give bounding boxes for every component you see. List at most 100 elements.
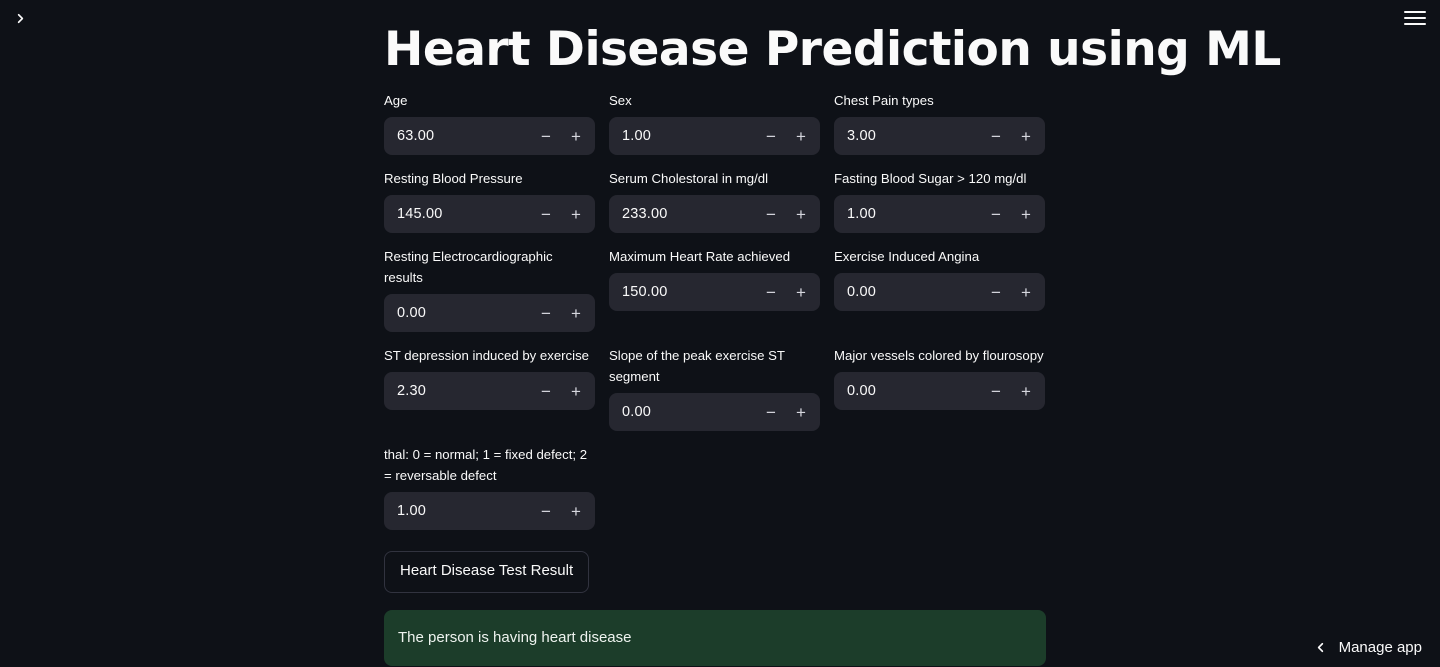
increment-button[interactable]: + — [1011, 372, 1041, 410]
stepper: − + — [981, 195, 1045, 233]
number-input-resting-ecg-results[interactable]: − + — [384, 294, 595, 333]
field-label: ST depression induced by exercise — [384, 348, 590, 364]
field-row: Resting Electrocardiographic results − +… — [384, 246, 1046, 333]
field-label: Sex — [609, 93, 632, 109]
number-input-value[interactable] — [384, 372, 531, 411]
field-fasting-blood-sugar: Fasting Blood Sugar > 120 mg/dl − + — [834, 168, 1045, 234]
decrement-button[interactable]: − — [531, 492, 561, 530]
stepper: − + — [981, 117, 1045, 155]
increment-button[interactable]: + — [561, 492, 591, 530]
field-label: Resting Blood Pressure — [384, 171, 523, 187]
stepper: − + — [531, 117, 595, 155]
increment-button[interactable]: + — [561, 117, 591, 155]
field-serum-cholestoral: Serum Cholestoral in mg/dl − + — [609, 168, 820, 234]
decrement-button[interactable]: − — [531, 372, 561, 410]
increment-button[interactable]: + — [786, 117, 816, 155]
stepper: − + — [531, 492, 595, 530]
main-content: Heart Disease Prediction using ML Age − … — [384, 0, 1281, 666]
field-slope-peak-exercise: Slope of the peak exercise ST segment − … — [609, 345, 820, 432]
page-title: Heart Disease Prediction using ML — [384, 22, 1281, 77]
increment-button[interactable]: + — [786, 273, 816, 311]
manage-app-button[interactable]: Manage app — [1307, 636, 1428, 659]
number-input-slope-peak-exercise[interactable]: − + — [609, 393, 820, 432]
increment-button[interactable]: + — [561, 195, 591, 233]
stepper: − + — [981, 372, 1045, 410]
app-root: Heart Disease Prediction using ML Age − … — [0, 0, 1440, 667]
field-label: Fasting Blood Sugar > 120 mg/dl — [834, 171, 1027, 187]
increment-button[interactable]: + — [561, 372, 591, 410]
increment-button[interactable]: + — [1011, 117, 1041, 155]
number-input-major-vessels[interactable]: − + — [834, 372, 1045, 411]
stepper: − + — [756, 117, 820, 155]
field-label: Maximum Heart Rate achieved — [609, 249, 791, 265]
field-label: Resting Electrocardiographic results — [384, 249, 553, 286]
decrement-button[interactable]: − — [531, 294, 561, 332]
chevron-left-icon — [1313, 640, 1328, 655]
number-input-value[interactable] — [609, 393, 756, 432]
number-input-value[interactable] — [834, 273, 981, 312]
hamburger-line — [1404, 23, 1426, 25]
heart-disease-test-result-button[interactable]: Heart Disease Test Result — [384, 551, 590, 593]
decrement-button[interactable]: − — [981, 195, 1011, 233]
sidebar-expand-button[interactable] — [6, 4, 34, 32]
number-input-fasting-blood-sugar[interactable]: − + — [834, 195, 1045, 234]
number-input-value[interactable] — [384, 294, 531, 333]
decrement-button[interactable]: − — [981, 372, 1011, 410]
field-label: Age — [384, 93, 408, 109]
field-label: Exercise Induced Angina — [834, 249, 980, 265]
field-resting-blood-pressure: Resting Blood Pressure − + — [384, 168, 595, 234]
field-resting-ecg-results: Resting Electrocardiographic results − + — [384, 246, 595, 333]
number-input-st-depression[interactable]: − + — [384, 372, 595, 411]
predict-button-wrap: Heart Disease Test Result — [384, 551, 1046, 593]
field-major-vessels: Major vessels colored by flourosopy − + — [834, 345, 1045, 431]
number-input-value[interactable] — [834, 372, 981, 411]
field-age: Age − + — [384, 90, 595, 156]
field-label: Slope of the peak exercise ST segment — [609, 348, 785, 385]
stepper: − + — [756, 273, 820, 311]
field-st-depression: ST depression induced by exercise − + — [384, 345, 595, 431]
increment-button[interactable]: + — [786, 393, 816, 431]
decrement-button[interactable]: − — [756, 273, 786, 311]
number-input-value[interactable] — [609, 195, 756, 234]
increment-button[interactable]: + — [561, 294, 591, 332]
number-input-chest-pain-types[interactable]: − + — [834, 117, 1045, 156]
number-input-resting-blood-pressure[interactable]: − + — [384, 195, 595, 234]
stepper: − + — [756, 195, 820, 233]
stepper: − + — [531, 195, 595, 233]
stepper: − + — [531, 294, 595, 332]
field-row: ST depression induced by exercise − + Sl… — [384, 345, 1046, 432]
decrement-button[interactable]: − — [981, 117, 1011, 155]
field-label: Major vessels colored by flourosopy — [834, 348, 1044, 364]
decrement-button[interactable]: − — [981, 273, 1011, 311]
decrement-button[interactable]: − — [531, 195, 561, 233]
number-input-serum-cholestoral[interactable]: − + — [609, 195, 820, 234]
number-input-value[interactable] — [384, 492, 531, 531]
hamburger-line — [1404, 11, 1426, 13]
field-spacer — [609, 444, 820, 530]
decrement-button[interactable]: − — [756, 393, 786, 431]
field-spacer — [834, 444, 1045, 530]
number-input-value[interactable] — [384, 195, 531, 234]
result-message: The person is having heart disease — [398, 628, 632, 646]
number-input-value[interactable] — [834, 195, 981, 234]
number-input-value[interactable] — [609, 273, 756, 312]
number-input-max-heart-rate[interactable]: − + — [609, 273, 820, 312]
number-input-exercise-induced-angina[interactable]: − + — [834, 273, 1045, 312]
number-input-sex[interactable]: − + — [609, 117, 820, 156]
field-row: thal: 0 = normal; 1 = fixed defect; 2 = … — [384, 444, 1046, 531]
number-input-value[interactable] — [609, 117, 756, 156]
stepper: − + — [981, 273, 1045, 311]
field-label: Serum Cholestoral in mg/dl — [609, 171, 769, 187]
decrement-button[interactable]: − — [756, 117, 786, 155]
increment-button[interactable]: + — [786, 195, 816, 233]
number-input-age[interactable]: − + — [384, 117, 595, 156]
increment-button[interactable]: + — [1011, 195, 1041, 233]
number-input-thal[interactable]: − + — [384, 492, 595, 531]
decrement-button[interactable]: − — [531, 117, 561, 155]
increment-button[interactable]: + — [1011, 273, 1041, 311]
stepper: − + — [756, 393, 820, 431]
number-input-value[interactable] — [384, 117, 531, 156]
hamburger-menu-icon[interactable] — [1402, 7, 1428, 29]
decrement-button[interactable]: − — [756, 195, 786, 233]
number-input-value[interactable] — [834, 117, 981, 156]
